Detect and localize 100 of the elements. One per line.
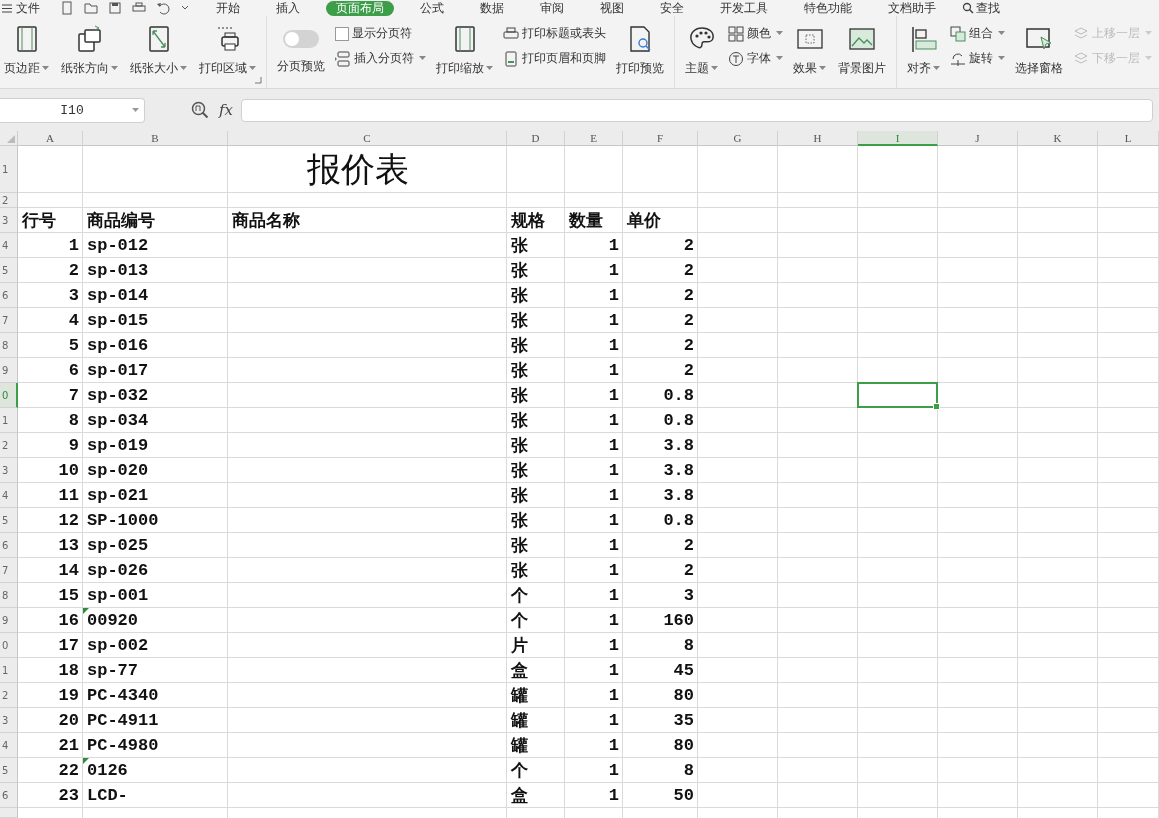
- column-header[interactable]: H: [778, 131, 858, 146]
- ribbon-button[interactable]: 插入分页符: [333, 49, 428, 68]
- column-header[interactable]: A: [18, 131, 83, 146]
- row-header[interactable]: 1: [0, 408, 18, 433]
- row-header[interactable]: 7: [0, 558, 18, 583]
- row-header[interactable]: 4: [0, 733, 18, 758]
- row-header[interactable]: 5: [0, 758, 18, 783]
- row-header[interactable]: 0: [0, 383, 18, 408]
- menu-tab[interactable]: 安全: [650, 0, 694, 16]
- row-header[interactable]: 9: [0, 358, 18, 383]
- menu-tab[interactable]: 视图: [590, 0, 634, 16]
- ribbon-button[interactable]: 颜色: [726, 24, 785, 43]
- ribbon-button[interactable]: 选择窗格: [1011, 22, 1067, 79]
- row-header[interactable]: 6: [0, 283, 18, 308]
- ribbon-button[interactable]: 纸张方向: [57, 22, 122, 79]
- row-header[interactable]: 6: [0, 783, 18, 808]
- menu-tab[interactable]: 数据: [470, 0, 514, 16]
- menu-tab[interactable]: 开发工具: [710, 0, 778, 16]
- menu-tab[interactable]: 公式: [410, 0, 454, 16]
- row-header[interactable]: 1: [0, 658, 18, 683]
- undo-icon[interactable]: [156, 1, 170, 15]
- magnifier-icon[interactable]: [191, 101, 209, 119]
- table-cell-text: 2: [682, 360, 695, 382]
- column-header[interactable]: E: [565, 131, 623, 146]
- name-box[interactable]: I10: [0, 97, 145, 123]
- row-header[interactable]: 3: [0, 208, 18, 233]
- row-header[interactable]: 2: [0, 683, 18, 708]
- table-cell-text: 张: [510, 535, 529, 558]
- formula-input[interactable]: [241, 98, 1153, 122]
- ribbon-button[interactable]: 纸张大小: [126, 22, 191, 79]
- ribbon-button[interactable]: 组合: [948, 24, 1007, 43]
- new-page-icon[interactable]: [60, 1, 74, 15]
- table-cell-text: 10: [57, 460, 80, 482]
- ribbon-button[interactable]: 主题: [681, 22, 722, 79]
- ribbon-button[interactable]: 效果: [789, 22, 830, 79]
- column-heading: 单价: [626, 211, 662, 233]
- row-header[interactable]: 1: [0, 146, 18, 193]
- ribbon-button[interactable]: 字体: [726, 49, 785, 68]
- ribbon-button[interactable]: 分页预览: [273, 22, 329, 77]
- column-header[interactable]: L: [1098, 131, 1159, 146]
- column-heading: 商品名称: [231, 210, 301, 233]
- row-header[interactable]: 3: [0, 708, 18, 733]
- row-header[interactable]: 4: [0, 233, 18, 258]
- save-icon[interactable]: [108, 1, 122, 15]
- row-header[interactable]: 8: [0, 583, 18, 608]
- caret-icon: [1145, 31, 1152, 36]
- column-header[interactable]: F: [623, 131, 698, 146]
- row-header[interactable]: 4: [0, 483, 18, 508]
- menu-tab[interactable]: 开始: [206, 0, 250, 16]
- ribbon-button[interactable]: 打印缩放: [432, 22, 497, 79]
- ribbon-button[interactable]: 背景图片: [834, 22, 890, 79]
- column-heading: 规格: [510, 211, 546, 233]
- search-icon: [962, 2, 974, 14]
- ribbon-button[interactable]: 打印区域: [195, 22, 260, 79]
- row-header[interactable]: 6: [0, 533, 18, 558]
- toggle-switch[interactable]: [283, 30, 319, 48]
- selected-cell[interactable]: [857, 382, 938, 408]
- row-header[interactable]: 5: [0, 258, 18, 283]
- column-header[interactable]: K: [1018, 131, 1098, 146]
- table-cell-text: 8: [682, 760, 695, 782]
- table-cell-text: 7: [67, 385, 80, 407]
- row-header[interactable]: 2: [0, 193, 18, 208]
- ribbon-button[interactable]: 页边距: [0, 22, 53, 79]
- column-header[interactable]: J: [938, 131, 1018, 146]
- menu-tab[interactable]: 特色功能: [794, 0, 862, 16]
- ribbon-button[interactable]: 对齐: [903, 22, 944, 79]
- row-header[interactable]: 3: [0, 458, 18, 483]
- caret-icon: [933, 66, 940, 71]
- ribbon-button[interactable]: 打印页眉和页脚: [501, 49, 608, 68]
- table-cell-text: PC-4980: [86, 735, 160, 757]
- ribbon-button[interactable]: 显示分页符: [333, 24, 428, 43]
- printer-icon[interactable]: [132, 1, 146, 15]
- row-header[interactable]: 7: [0, 308, 18, 333]
- column-header[interactable]: D: [507, 131, 565, 146]
- table-cell-text: 1: [607, 460, 620, 482]
- table-cell-text: 张: [510, 560, 529, 583]
- folder-icon[interactable]: [84, 1, 98, 15]
- menu-tab[interactable]: 文档助手: [878, 0, 946, 16]
- row-header[interactable]: 8: [0, 333, 18, 358]
- row-header[interactable]: 0: [0, 633, 18, 658]
- ribbon-button[interactable]: 打印标题或表头: [501, 24, 608, 43]
- checkbox[interactable]: [335, 26, 349, 41]
- menu-tab[interactable]: 审阅: [530, 0, 574, 16]
- row-header[interactable]: 5: [0, 508, 18, 533]
- table-cell-text: 3.8: [662, 435, 695, 457]
- search-button[interactable]: 查找: [962, 0, 1000, 17]
- column-header[interactable]: G: [698, 131, 778, 146]
- column-header[interactable]: I: [858, 131, 938, 146]
- ribbon-button[interactable]: 打印预览: [612, 22, 668, 79]
- caret-icon: [132, 107, 139, 113]
- file-menu[interactable]: 文件: [2, 0, 40, 17]
- row-header[interactable]: 9: [0, 608, 18, 633]
- menu-tab[interactable]: 插入: [266, 0, 310, 16]
- function-label[interactable]: fx: [219, 101, 233, 119]
- dialog-launcher-icon[interactable]: [255, 77, 262, 84]
- column-header[interactable]: C: [228, 131, 507, 146]
- table-cell-text: sp-014: [86, 285, 150, 307]
- row-header[interactable]: 2: [0, 433, 18, 458]
- column-header[interactable]: B: [83, 131, 228, 146]
- ribbon-button[interactable]: 旋转: [948, 49, 1007, 68]
